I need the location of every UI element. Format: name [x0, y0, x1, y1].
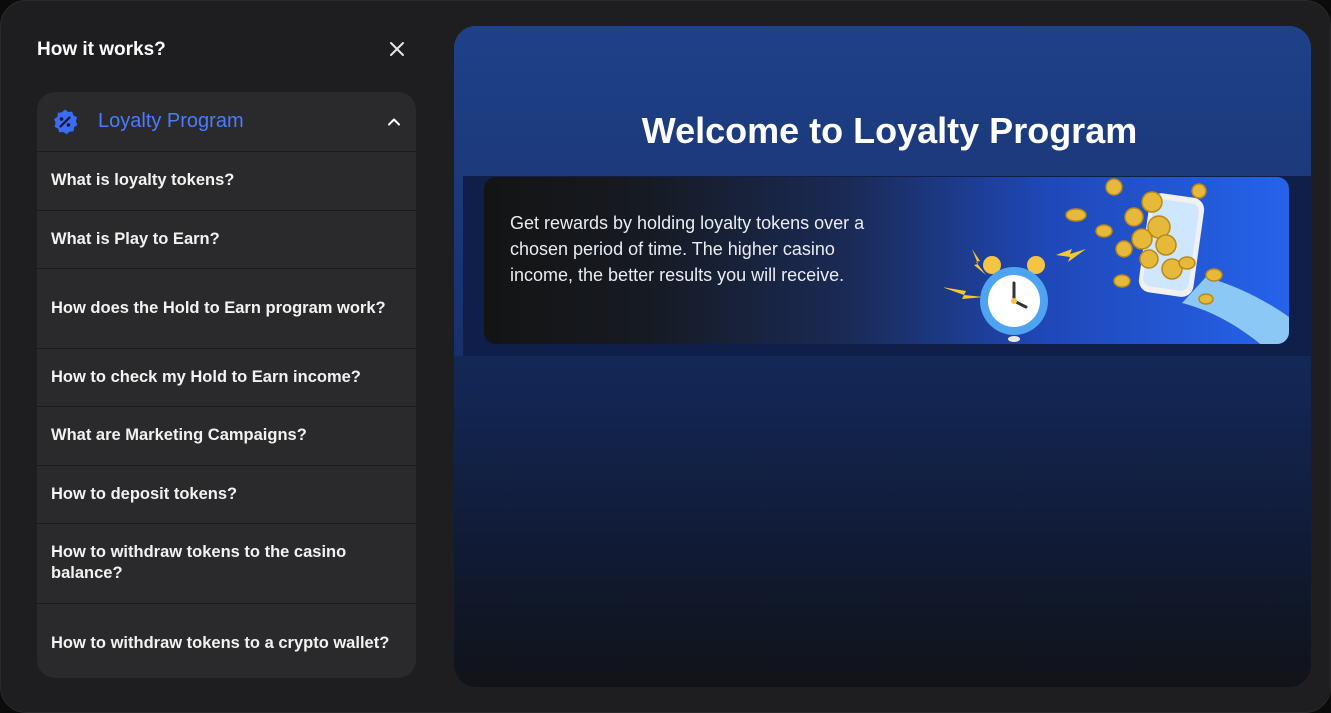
- how-it-works-modal: How it works? Loyalty Program What is lo…: [0, 0, 1331, 713]
- faq-item[interactable]: What is loyalty tokens?: [37, 152, 416, 211]
- faq-item-label: What is Play to Earn?: [51, 229, 220, 248]
- faq-accordion: Loyalty Program What is loyalty tokens? …: [37, 92, 416, 678]
- faq-item-label: How to withdraw tokens to a crypto walle…: [51, 633, 390, 652]
- faq-item-label: What are Marketing Campaigns?: [51, 426, 307, 445]
- close-icon[interactable]: [385, 37, 409, 61]
- faq-item[interactable]: How to withdraw tokens to the casino bal…: [37, 524, 416, 604]
- content-heading: Welcome to Loyalty Program: [641, 110, 1138, 151]
- faq-item[interactable]: How to withdraw tokens to a crypto walle…: [37, 604, 416, 679]
- percent-badge-icon: [54, 109, 78, 134]
- loyalty-banner: Get rewards by holding loyalty tokens ov…: [484, 177, 1289, 344]
- faq-item[interactable]: How to check my Hold to Earn income?: [37, 349, 416, 407]
- faq-item-label: How to withdraw tokens to the casino bal…: [51, 543, 347, 583]
- clock-and-coins-illustration: [944, 178, 1289, 344]
- faq-item-label: What is loyalty tokens?: [51, 171, 235, 190]
- accordion-header-label: Loyalty Program: [98, 110, 244, 132]
- faq-item[interactable]: How to deposit tokens?: [37, 466, 416, 524]
- faq-item-label: How to check my Hold to Earn income?: [51, 367, 361, 386]
- faq-item[interactable]: What are Marketing Campaigns?: [37, 407, 416, 466]
- panel-title: How it works?: [37, 39, 166, 60]
- accordion-header-loyalty-program[interactable]: Loyalty Program: [37, 92, 416, 152]
- content-panel: Welcome to Loyalty Program Get rewards b…: [454, 26, 1311, 687]
- faq-item[interactable]: What is Play to Earn?: [37, 211, 416, 269]
- chevron-up-icon[interactable]: [386, 114, 402, 130]
- faq-item-label: How to deposit tokens?: [51, 484, 238, 503]
- banner-description: Get rewards by holding loyalty tokens ov…: [510, 213, 865, 285]
- faq-item[interactable]: How does the Hold to Earn program work?: [37, 269, 416, 349]
- faq-item-label: How does the Hold to Earn program work?: [51, 298, 386, 317]
